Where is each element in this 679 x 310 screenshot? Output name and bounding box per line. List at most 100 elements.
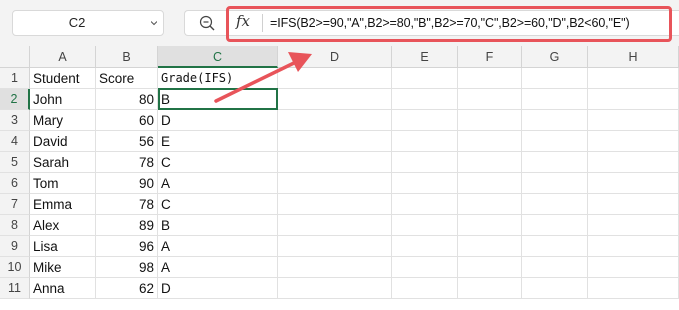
cell-g10[interactable] xyxy=(522,257,588,278)
row-header-8[interactable]: 8 xyxy=(0,215,30,236)
cell-d8[interactable] xyxy=(278,215,392,236)
cell-f4[interactable] xyxy=(458,131,522,152)
cell-a4[interactable]: David xyxy=(30,131,96,152)
cell-g1[interactable] xyxy=(522,68,588,89)
cell-h8[interactable] xyxy=(588,215,679,236)
cell-e10[interactable] xyxy=(392,257,458,278)
cell-d2[interactable] xyxy=(278,89,392,110)
cell-f7[interactable] xyxy=(458,194,522,215)
cell-f10[interactable] xyxy=(458,257,522,278)
cell-e5[interactable] xyxy=(392,152,458,173)
cell-d5[interactable] xyxy=(278,152,392,173)
cell-c9[interactable]: A xyxy=(158,236,278,257)
cell-a2[interactable]: John xyxy=(30,89,96,110)
cell-g6[interactable] xyxy=(522,173,588,194)
cell-a3[interactable]: Mary xyxy=(30,110,96,131)
cell-h1[interactable] xyxy=(588,68,679,89)
cell-c8[interactable]: B xyxy=(158,215,278,236)
cell-a7[interactable]: Emma xyxy=(30,194,96,215)
row-header-6[interactable]: 6 xyxy=(0,173,30,194)
cell-e3[interactable] xyxy=(392,110,458,131)
name-box[interactable]: C2 xyxy=(12,10,164,36)
cell-b6[interactable]: 90 xyxy=(96,173,158,194)
cell-h3[interactable] xyxy=(588,110,679,131)
cell-a1[interactable]: Student xyxy=(30,68,96,89)
cell-d4[interactable] xyxy=(278,131,392,152)
row-header-10[interactable]: 10 xyxy=(0,257,30,278)
cell-b2[interactable]: 80 xyxy=(96,89,158,110)
cell-f1[interactable] xyxy=(458,68,522,89)
cell-b8[interactable]: 89 xyxy=(96,215,158,236)
row-header-9[interactable]: 9 xyxy=(0,236,30,257)
cell-h9[interactable] xyxy=(588,236,679,257)
cell-d7[interactable] xyxy=(278,194,392,215)
cell-f2[interactable] xyxy=(458,89,522,110)
cell-e2[interactable] xyxy=(392,89,458,110)
cell-d11[interactable] xyxy=(278,278,392,299)
cell-c5[interactable]: C xyxy=(158,152,278,173)
cell-b5[interactable]: 78 xyxy=(96,152,158,173)
cell-g9[interactable] xyxy=(522,236,588,257)
cell-c10[interactable]: A xyxy=(158,257,278,278)
column-header-d[interactable]: D xyxy=(278,46,392,68)
column-header-e[interactable]: E xyxy=(392,46,458,68)
cell-e11[interactable] xyxy=(392,278,458,299)
cell-c4[interactable]: E xyxy=(158,131,278,152)
column-header-a[interactable]: A xyxy=(30,46,96,68)
cell-g7[interactable] xyxy=(522,194,588,215)
column-header-c[interactable]: C xyxy=(158,46,278,68)
cell-e9[interactable] xyxy=(392,236,458,257)
cell-e1[interactable] xyxy=(392,68,458,89)
cell-d9[interactable] xyxy=(278,236,392,257)
cell-g2[interactable] xyxy=(522,89,588,110)
cell-h10[interactable] xyxy=(588,257,679,278)
column-header-g[interactable]: G xyxy=(522,46,588,68)
row-header-1[interactable]: 1 xyxy=(0,68,30,89)
cell-b11[interactable]: 62 xyxy=(96,278,158,299)
cell-a5[interactable]: Sarah xyxy=(30,152,96,173)
cell-f11[interactable] xyxy=(458,278,522,299)
cell-c6[interactable]: A xyxy=(158,173,278,194)
column-header-h[interactable]: H xyxy=(588,46,679,68)
column-header-b[interactable]: B xyxy=(96,46,158,68)
cell-h4[interactable] xyxy=(588,131,679,152)
row-header-2[interactable]: 2 xyxy=(0,89,30,110)
cell-c3[interactable]: D xyxy=(158,110,278,131)
cell-f9[interactable] xyxy=(458,236,522,257)
row-header-4[interactable]: 4 xyxy=(0,131,30,152)
row-header-11[interactable]: 11 xyxy=(0,278,30,299)
cell-f8[interactable] xyxy=(458,215,522,236)
chevron-down-icon[interactable] xyxy=(151,20,157,26)
cell-g4[interactable] xyxy=(522,131,588,152)
cell-b4[interactable]: 56 xyxy=(96,131,158,152)
cell-f6[interactable] xyxy=(458,173,522,194)
row-header-3[interactable]: 3 xyxy=(0,110,30,131)
cell-a11[interactable]: Anna xyxy=(30,278,96,299)
cell-e6[interactable] xyxy=(392,173,458,194)
cell-b3[interactable]: 60 xyxy=(96,110,158,131)
cell-b1[interactable]: Score xyxy=(96,68,158,89)
cell-e7[interactable] xyxy=(392,194,458,215)
cell-a9[interactable]: Lisa xyxy=(30,236,96,257)
cell-a10[interactable]: Mike xyxy=(30,257,96,278)
cell-d1[interactable] xyxy=(278,68,392,89)
select-all-corner[interactable] xyxy=(0,46,30,68)
cell-h5[interactable] xyxy=(588,152,679,173)
cell-f5[interactable] xyxy=(458,152,522,173)
column-header-f[interactable]: F xyxy=(458,46,522,68)
zoom-icon[interactable] xyxy=(198,14,216,32)
cell-a8[interactable]: Alex xyxy=(30,215,96,236)
cell-d6[interactable] xyxy=(278,173,392,194)
cell-g11[interactable] xyxy=(522,278,588,299)
cell-g3[interactable] xyxy=(522,110,588,131)
cell-h7[interactable] xyxy=(588,194,679,215)
row-header-5[interactable]: 5 xyxy=(0,152,30,173)
cell-b7[interactable]: 78 xyxy=(96,194,158,215)
cell-g8[interactable] xyxy=(522,215,588,236)
cell-d10[interactable] xyxy=(278,257,392,278)
cell-g5[interactable] xyxy=(522,152,588,173)
row-header-7[interactable]: 7 xyxy=(0,194,30,215)
cell-h2[interactable] xyxy=(588,89,679,110)
cell-f3[interactable] xyxy=(458,110,522,131)
cell-c1[interactable]: Grade(IFS) xyxy=(158,68,278,89)
